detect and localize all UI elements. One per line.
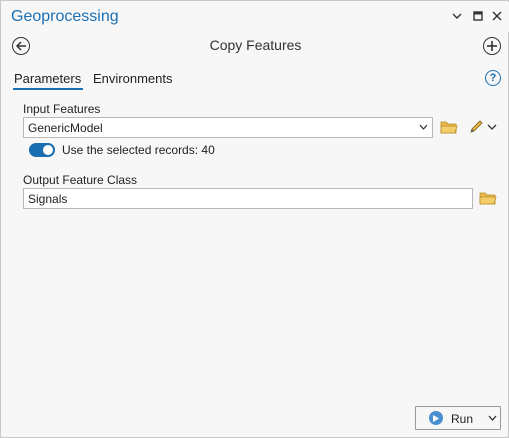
pane-menu-chevron-icon[interactable] [450,8,464,24]
use-selected-records-toggle[interactable] [29,143,55,157]
output-feature-class-input[interactable]: Signals [23,188,473,209]
tab-environments[interactable]: Environments [93,71,172,89]
play-icon [429,411,443,425]
maximize-icon[interactable] [471,8,485,24]
input-features-label: Input Features [23,102,101,116]
tab-parameters[interactable]: Parameters [14,71,81,89]
help-icon[interactable]: ? [485,70,501,86]
plus-icon [487,41,497,51]
input-features-dropdown[interactable]: GenericModel [23,117,433,138]
add-button[interactable] [483,37,501,55]
output-feature-class-label: Output Feature Class [23,173,138,187]
close-icon[interactable] [490,8,504,24]
input-features-value: GenericModel [28,121,103,135]
output-feature-class-value: Signals [28,192,68,206]
back-button[interactable] [12,37,30,55]
title-bar: Geoprocessing [2,2,509,32]
run-button[interactable]: Run [415,406,501,430]
run-options-chevron-icon[interactable] [488,415,497,422]
edit-menu-chevron-icon[interactable] [487,123,497,131]
tool-title: Copy Features [209,37,302,53]
use-selected-records-label: Use the selected records: 40 [62,143,215,157]
arrow-left-icon [15,41,26,51]
browse-folder-icon[interactable] [479,191,497,205]
active-tab-indicator [13,88,83,90]
app-title: Geoprocessing [11,8,119,25]
edit-pencil-icon[interactable] [468,119,484,135]
toggle-knob [43,145,53,155]
chevron-down-icon[interactable] [418,121,428,133]
run-label: Run [451,412,474,426]
geoprocessing-pane: Geoprocessing Copy Features Parameters E… [0,0,509,438]
browse-folder-icon[interactable] [440,120,458,134]
